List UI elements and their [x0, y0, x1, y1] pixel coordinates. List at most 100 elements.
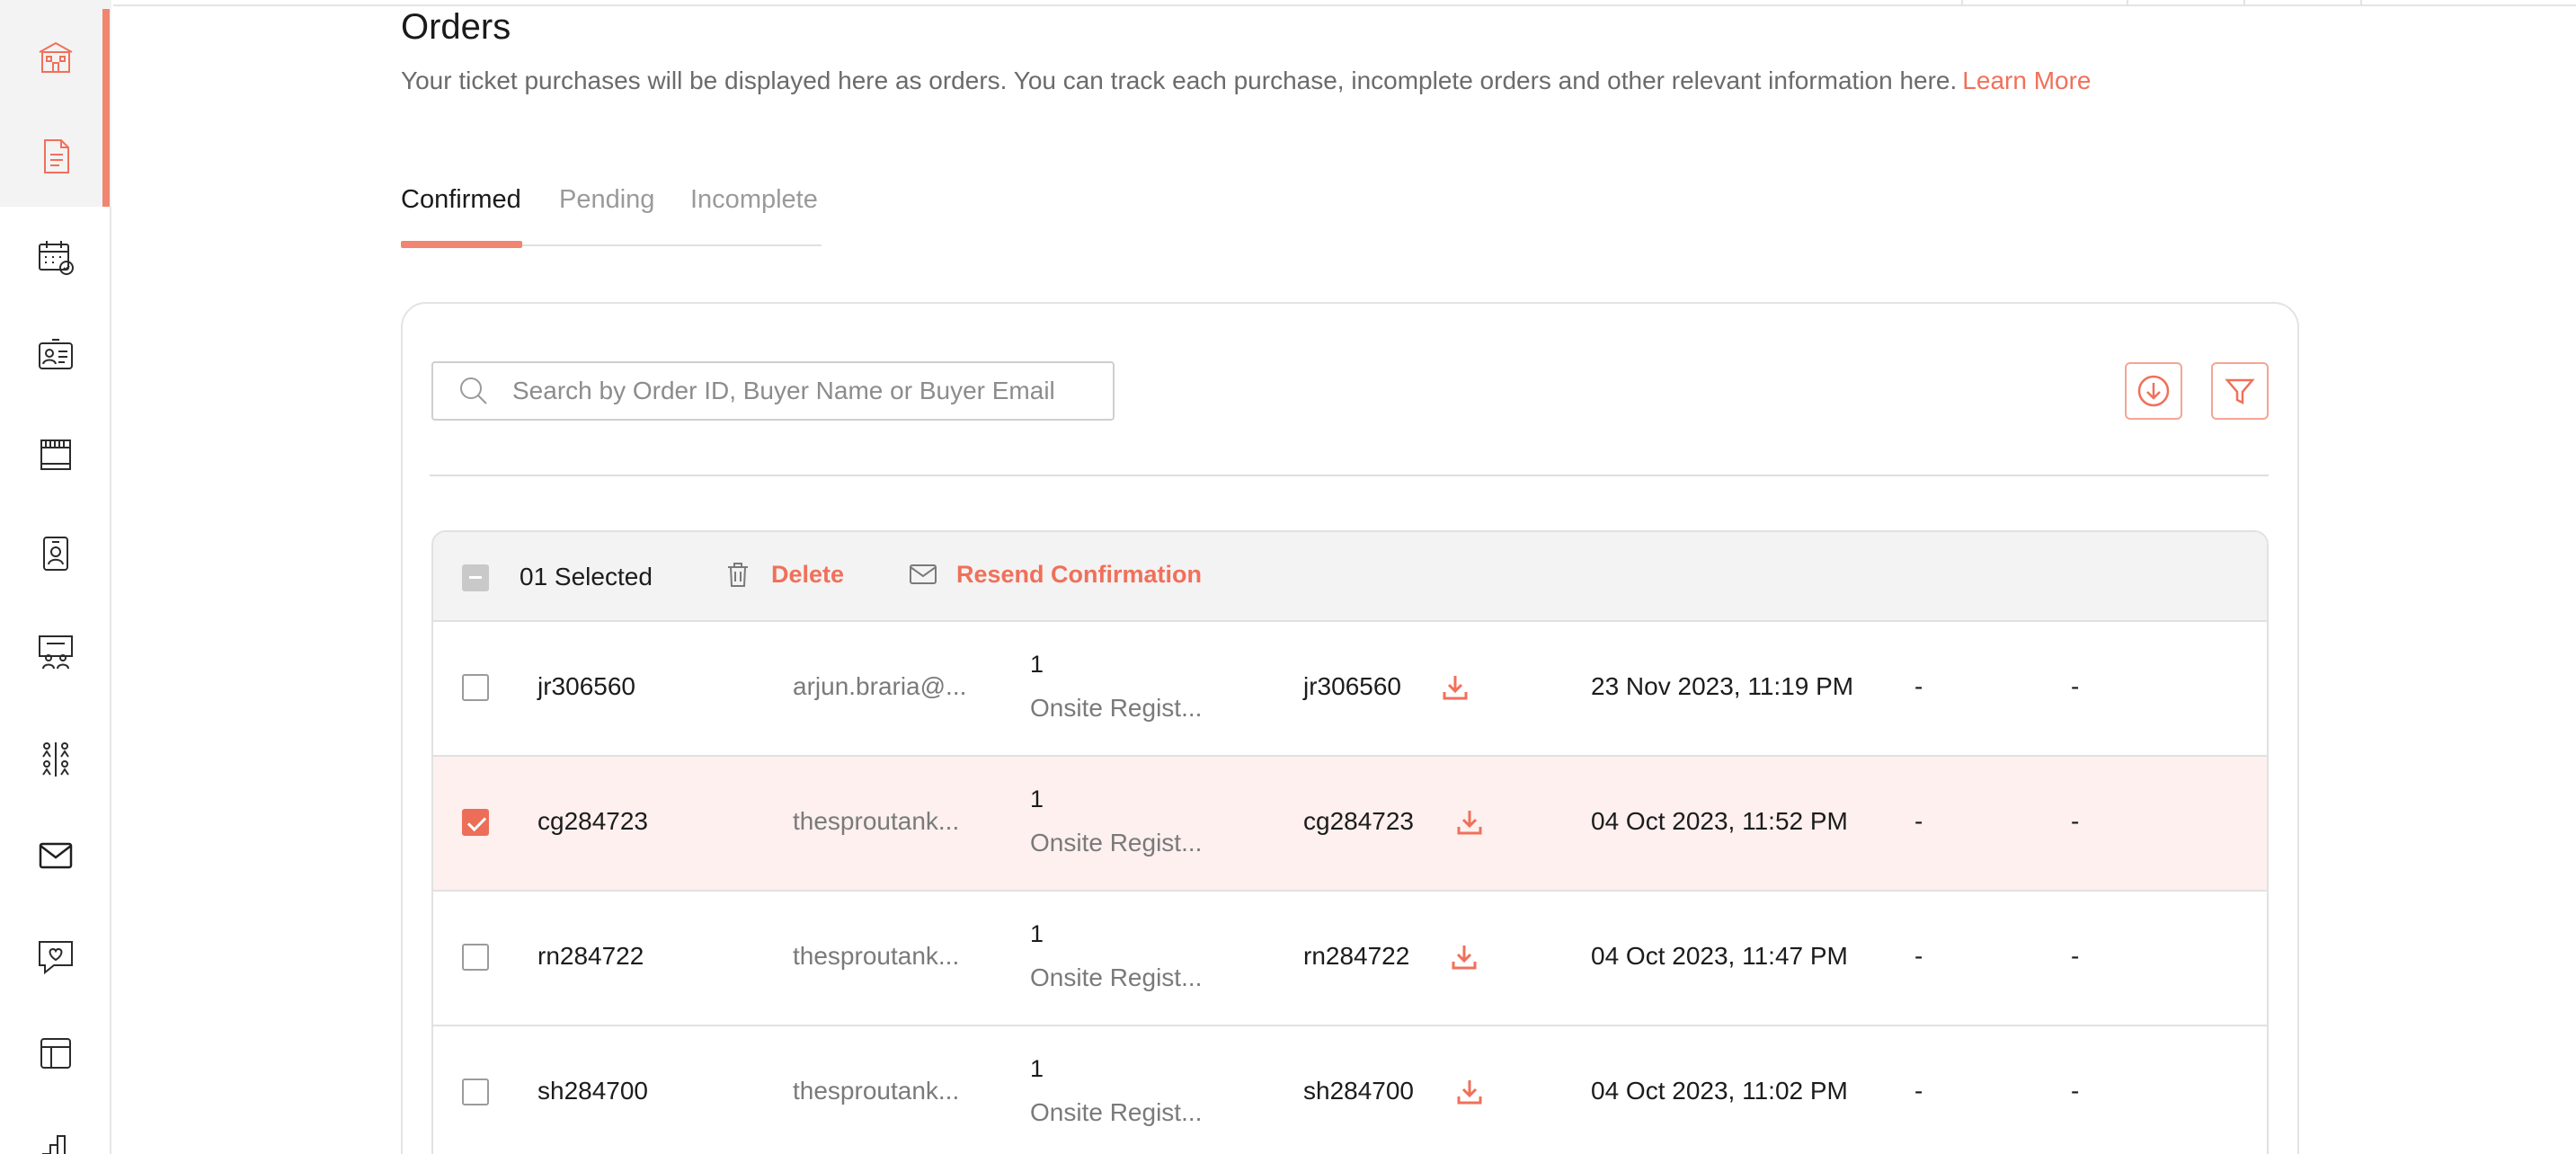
booth-icon — [40, 439, 71, 470]
sidebar-item-venue[interactable] — [29, 31, 83, 84]
download-circle-icon — [2137, 375, 2170, 407]
ticket-type: Onsite Regist... — [1030, 1098, 1203, 1126]
order-id: cg284723 — [537, 807, 649, 835]
mail-icon — [39, 842, 73, 869]
resend-label: Resend Confirmation — [956, 560, 1203, 588]
ticket-code: sh284700 — [1303, 1077, 1415, 1105]
sidebar-item-layout[interactable] — [29, 1026, 83, 1080]
top-divider — [2243, 0, 2245, 6]
table-row[interactable]: rn284722 thesproutank... 1 Onsite Regist… — [433, 892, 2267, 1026]
resend-confirmation-button[interactable]: Resend Confirmation — [908, 559, 1202, 590]
order-id: jr306560 — [537, 672, 635, 700]
sidebar-item-email[interactable] — [29, 829, 83, 883]
buyer-email: arjun.braria@... — [793, 672, 967, 700]
presentation-icon — [39, 635, 73, 670]
buyer-email: thesproutank... — [793, 942, 960, 970]
orders-table: 01 Selected Delete Resend Confirmation j… — [431, 530, 2269, 1154]
order-date: 23 Nov 2023, 11:19 PM — [1591, 672, 1854, 700]
top-divider — [1961, 0, 1963, 6]
row-value: - — [2071, 807, 2080, 835]
buyer-email: thesproutank... — [793, 1077, 960, 1105]
row-value: - — [1914, 942, 1923, 970]
bulk-action-bar: 01 Selected Delete Resend Confirmation — [433, 532, 2267, 622]
row-checkbox[interactable] — [462, 674, 489, 701]
order-date: 04 Oct 2023, 11:47 PM — [1591, 942, 1848, 970]
trash-icon — [728, 563, 748, 587]
learn-more-link[interactable]: Learn More — [1962, 67, 2091, 94]
row-value: - — [2071, 1077, 2080, 1105]
ticket-type: Onsite Regist... — [1030, 963, 1203, 991]
row-value: - — [2071, 942, 2080, 970]
filter-button[interactable] — [2211, 362, 2269, 420]
table-row[interactable]: jr306560 arjun.braria@... 1 Onsite Regis… — [433, 622, 2267, 757]
search-box[interactable] — [431, 361, 1115, 421]
row-value: - — [2071, 672, 2080, 700]
ticket-type: Onsite Regist... — [1030, 694, 1203, 722]
row-checkbox[interactable] — [462, 944, 489, 971]
toolbar-divider — [430, 475, 2269, 476]
order-id: sh284700 — [537, 1077, 649, 1105]
sidebar-item-schedule[interactable] — [29, 230, 83, 284]
layout-icon — [40, 1038, 71, 1069]
sidebar-item-orders[interactable] — [29, 129, 83, 183]
delete-button[interactable]: Delete — [723, 559, 844, 590]
top-divider — [2360, 0, 2362, 6]
top-header-border — [113, 0, 2576, 6]
sidebar-item-attendees[interactable] — [29, 329, 83, 383]
row-checkbox[interactable] — [462, 1079, 489, 1105]
select-all-checkbox[interactable] — [462, 564, 489, 591]
tab-confirmed[interactable]: Confirmed — [401, 185, 521, 215]
buyer-email: thesproutank... — [793, 807, 960, 835]
sidebar-item-sessions[interactable] — [29, 626, 83, 679]
delete-label: Delete — [771, 560, 845, 588]
ticket-code: jr306560 — [1303, 672, 1401, 700]
active-tab-indicator — [401, 241, 522, 248]
ticket-type: Onsite Regist... — [1030, 829, 1203, 857]
document-icon — [44, 139, 69, 173]
chat-heart-icon — [39, 941, 73, 975]
page-title: Orders — [401, 7, 511, 47]
mail-icon — [910, 564, 937, 584]
table-row[interactable]: cg284723 thesproutank... 1 Onsite Regist… — [433, 757, 2267, 892]
row-value: - — [1914, 1077, 1923, 1105]
sidebar-item-networking[interactable] — [29, 732, 83, 786]
order-id: rn284722 — [537, 942, 644, 970]
sidebar-item-booths[interactable] — [29, 428, 83, 482]
id-card-icon — [39, 339, 73, 369]
row-value: - — [1914, 672, 1923, 700]
download-ticket-icon[interactable] — [1440, 672, 1470, 703]
page-description: Your ticket purchases will be displayed … — [401, 67, 2091, 95]
ticket-quantity: 1 — [1030, 651, 1044, 678]
analytics-icon — [42, 1135, 66, 1154]
order-tabs: Confirmed Pending Incomplete — [401, 180, 822, 248]
tab-incomplete[interactable]: Incomplete — [690, 185, 818, 215]
order-date: 04 Oct 2023, 11:02 PM — [1591, 1077, 1848, 1105]
sidebar-item-analytics[interactable] — [29, 1123, 83, 1154]
badge-icon — [43, 537, 68, 571]
table-row[interactable]: sh284700 thesproutank... 1 Onsite Regist… — [433, 1026, 2267, 1154]
sidebar-item-engagement[interactable] — [29, 929, 83, 983]
ticket-code: rn284722 — [1303, 942, 1410, 970]
search-icon — [460, 377, 487, 404]
row-checkbox[interactable] — [462, 809, 489, 836]
sidebar-active-indicator — [102, 9, 110, 207]
top-divider — [2127, 0, 2128, 6]
sidebar — [0, 0, 111, 1154]
calendar-check-icon — [39, 241, 74, 275]
sidebar-item-badges[interactable] — [29, 527, 83, 581]
building-icon — [39, 41, 73, 73]
download-ticket-icon[interactable] — [1449, 942, 1479, 972]
filter-icon — [2225, 378, 2255, 405]
ticket-code: cg284723 — [1303, 807, 1415, 835]
row-value: - — [1914, 807, 1923, 835]
ticket-quantity: 1 — [1030, 1055, 1044, 1082]
order-date: 04 Oct 2023, 11:52 PM — [1591, 807, 1848, 835]
ticket-quantity: 1 — [1030, 920, 1044, 947]
page-description-text: Your ticket purchases will be displayed … — [401, 67, 1958, 94]
download-ticket-icon[interactable] — [1454, 1077, 1485, 1107]
tab-pending[interactable]: Pending — [559, 185, 654, 215]
download-ticket-icon[interactable] — [1454, 807, 1485, 838]
ticket-quantity: 1 — [1030, 786, 1044, 812]
download-button[interactable] — [2125, 362, 2182, 420]
search-input[interactable] — [512, 377, 1088, 405]
